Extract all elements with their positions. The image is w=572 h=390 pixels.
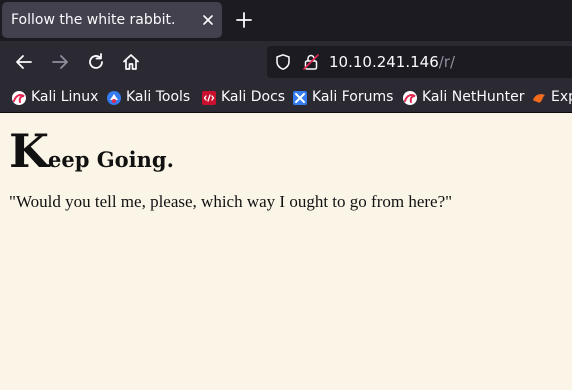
kali-docs-icon [202,91,216,105]
url-path: /r/ [438,53,456,71]
home-icon[interactable] [120,51,142,73]
tab-strip: Follow the white rabbit. [0,0,572,41]
bookmark-label: Kali Docs [221,89,286,105]
kali-forums-icon [293,91,307,105]
url-host: 10.10.241.146 [329,53,439,71]
kali-dragon-icon [12,91,26,105]
back-arrow-icon[interactable] [13,51,35,73]
quote-paragraph: "Would you tell me, please, which way I … [9,192,453,211]
bookmark-label: Exp [551,89,572,105]
exploit-db-icon [533,94,545,103]
new-tab-icon[interactable] [233,9,255,31]
kali-tools-icon [107,91,121,105]
close-tab-icon[interactable] [198,10,218,30]
page-content: Keep Going. "Would you tell me, please, … [0,114,572,390]
page-heading: Keep Going. [9,124,174,178]
tab-title: Follow the white rabbit. [11,12,176,28]
heading-text: eep Going. [47,147,174,172]
heading-drop-cap: K [9,124,49,178]
forward-arrow-icon[interactable] [49,51,71,73]
tracking-protection-shield-icon[interactable] [274,53,292,71]
bookmark-label: Kali Tools [126,89,191,105]
bookmark-label: Kali NetHunter [422,89,525,105]
reload-icon[interactable] [85,51,107,73]
kali-nethunter-icon [403,91,417,105]
insecure-lock-icon[interactable] [302,53,320,71]
active-tab[interactable]: Follow the white rabbit. [2,2,222,38]
address-bar[interactable]: 10.10.241.146/r/ [267,46,572,78]
url-text: 10.10.241.146/r/ [329,53,455,71]
bookmark-label: Kali Linux [31,89,99,105]
navigation-toolbar: 10.10.241.146/r/ [0,41,572,83]
bookmarks-toolbar: Kali Linux Kali Tools Kali Docs Kali For… [0,83,572,113]
bookmark-label: Kali Forums [312,89,394,105]
